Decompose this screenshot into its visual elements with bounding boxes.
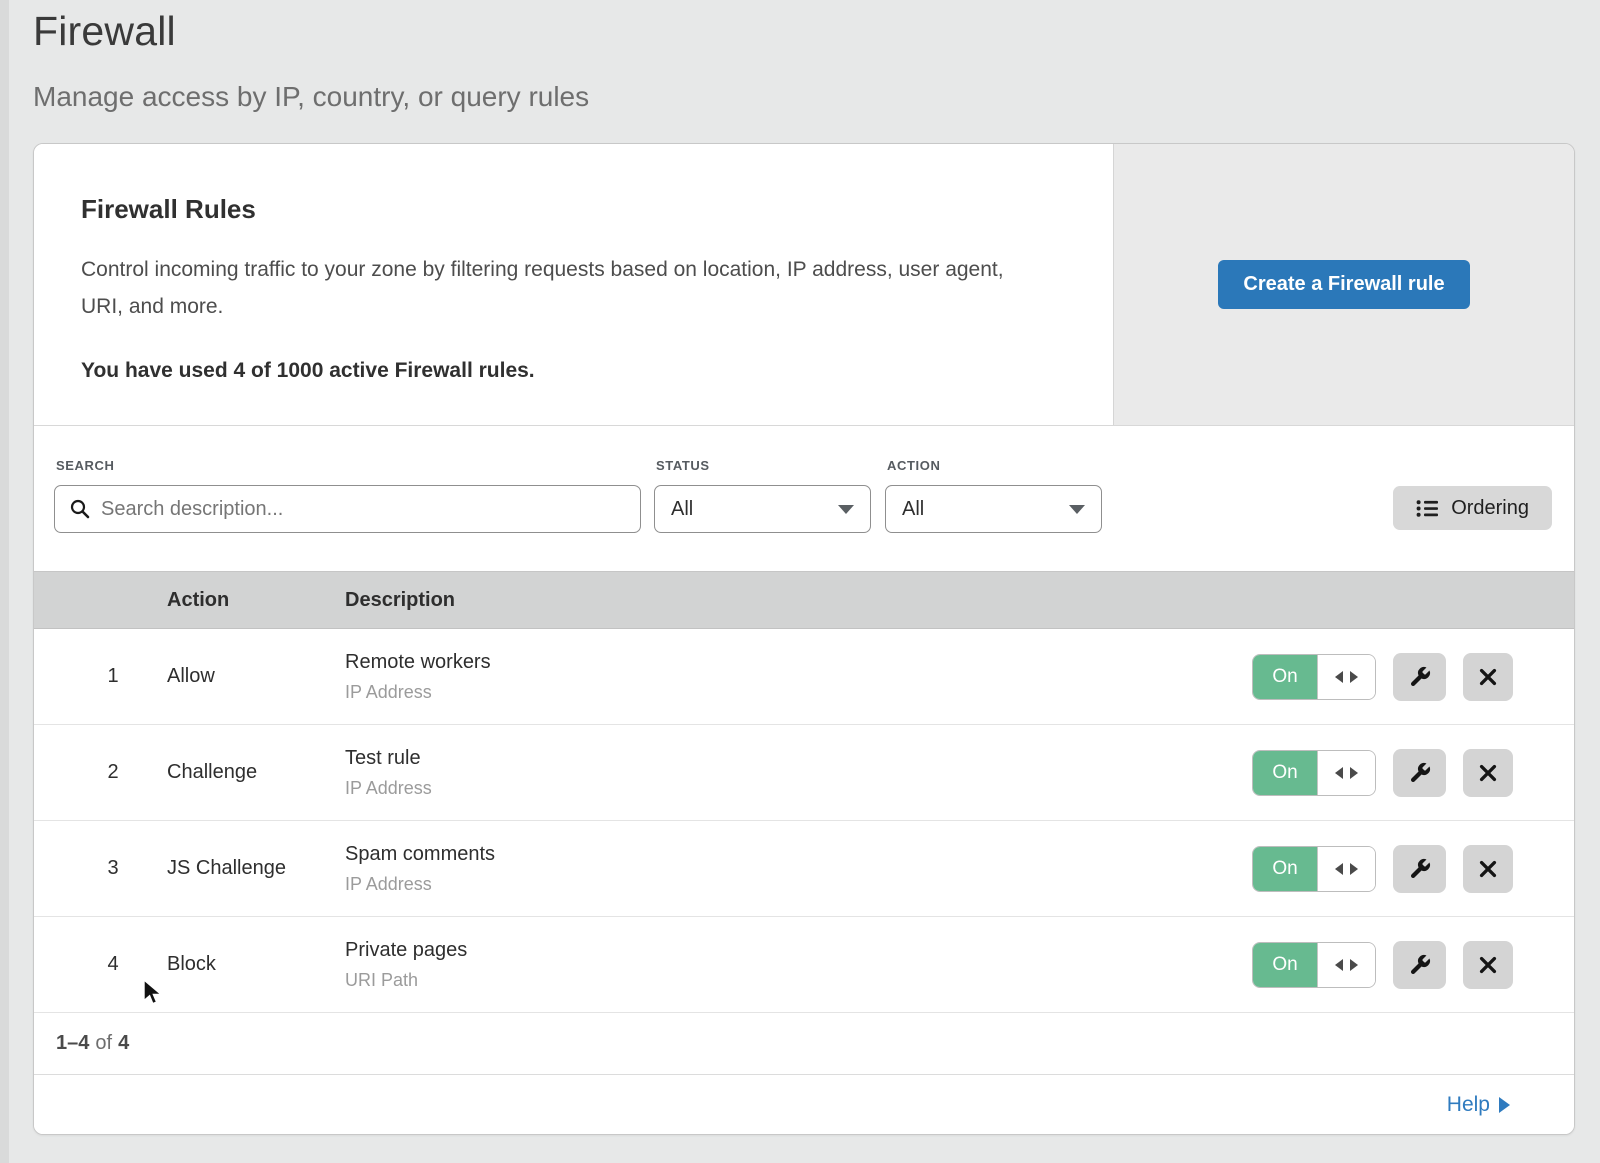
status-label: STATUS xyxy=(656,458,871,473)
rule-description: Spam comments xyxy=(345,843,1252,866)
rule-controls: On xyxy=(1252,941,1513,989)
rule-description-cell: Private pages URI Path xyxy=(337,939,1252,991)
create-firewall-rule-button[interactable]: Create a Firewall rule xyxy=(1218,260,1469,309)
rule-description: Remote workers xyxy=(345,651,1252,674)
pagination-row: 1–4 of 4 xyxy=(34,1013,1574,1075)
table-row: 2 Challenge Test rule IP Address On xyxy=(34,725,1574,821)
rule-action: Allow xyxy=(159,665,337,688)
chevron-down-icon xyxy=(838,505,854,514)
card-header-action-panel: Create a Firewall rule xyxy=(1113,144,1574,425)
status-selected-value: All xyxy=(671,498,693,521)
close-icon xyxy=(1477,666,1499,688)
action-select[interactable]: All xyxy=(885,485,1102,533)
help-link[interactable]: Help xyxy=(1447,1093,1510,1117)
table-header-row: Action Description xyxy=(34,571,1574,629)
delete-rule-button[interactable] xyxy=(1463,845,1513,893)
page-background: { "page": { "title": "Firewall", "subtit… xyxy=(0,0,1600,1163)
toggle-state-label: On xyxy=(1253,751,1317,795)
action-label: ACTION xyxy=(887,458,1102,473)
search-field-group: SEARCH xyxy=(54,458,641,571)
rule-match-type: IP Address xyxy=(345,682,1252,703)
wrench-icon xyxy=(1408,665,1432,689)
toggle-state-label: On xyxy=(1253,847,1317,891)
window-left-edge xyxy=(0,0,9,1163)
filter-bar: SEARCH STATUS All ACTION All xyxy=(34,426,1574,571)
wrench-icon xyxy=(1408,953,1432,977)
arrow-right-icon xyxy=(1499,1097,1510,1113)
rule-enabled-toggle[interactable]: On xyxy=(1252,750,1376,796)
page-title: Firewall xyxy=(33,8,589,55)
rule-enabled-toggle[interactable]: On xyxy=(1252,846,1376,892)
toggle-drag-handle[interactable] xyxy=(1317,943,1375,987)
wrench-icon xyxy=(1408,761,1432,785)
rule-priority: 1 xyxy=(67,665,159,688)
rule-priority: 4 xyxy=(67,953,159,976)
toggle-drag-handle[interactable] xyxy=(1317,751,1375,795)
pagination-of: of xyxy=(95,1032,112,1055)
page-subtitle: Manage access by IP, country, or query r… xyxy=(33,81,589,113)
delete-rule-button[interactable] xyxy=(1463,941,1513,989)
card-footer: Help xyxy=(34,1075,1574,1134)
rule-action: JS Challenge xyxy=(159,857,337,880)
card-title: Firewall Rules xyxy=(81,194,1033,225)
card-header-text: Firewall Rules Control incoming traffic … xyxy=(34,144,1113,425)
rule-description-cell: Spam comments IP Address xyxy=(337,843,1252,895)
rule-controls: On xyxy=(1252,653,1513,701)
action-field-group: ACTION All xyxy=(885,458,1102,571)
table-row: 4 Block Private pages URI Path On xyxy=(34,917,1574,1013)
toggle-drag-handle[interactable] xyxy=(1317,655,1375,699)
close-icon xyxy=(1477,858,1499,880)
status-field-group: STATUS All xyxy=(654,458,871,571)
search-input[interactable] xyxy=(101,498,626,521)
page-header: Firewall Manage access by IP, country, o… xyxy=(33,8,589,113)
toggle-state-label: On xyxy=(1253,655,1317,699)
edit-rule-button[interactable] xyxy=(1393,941,1446,989)
description-column-header: Description xyxy=(337,589,1513,612)
edit-rule-button[interactable] xyxy=(1393,653,1446,701)
rule-description: Test rule xyxy=(345,747,1252,770)
rule-description-cell: Test rule IP Address xyxy=(337,747,1252,799)
table-row: 3 JS Challenge Spam comments IP Address … xyxy=(34,821,1574,917)
help-link-label: Help xyxy=(1447,1093,1490,1117)
action-column-header: Action xyxy=(159,589,337,612)
rule-match-type: URI Path xyxy=(345,970,1252,991)
toggle-state-label: On xyxy=(1253,943,1317,987)
close-icon xyxy=(1477,954,1499,976)
rule-match-type: IP Address xyxy=(345,778,1252,799)
edit-rule-button[interactable] xyxy=(1393,845,1446,893)
action-selected-value: All xyxy=(902,498,924,521)
card-description: Control incoming traffic to your zone by… xyxy=(81,252,1031,326)
status-select[interactable]: All xyxy=(654,485,871,533)
rule-controls: On xyxy=(1252,845,1513,893)
ordering-button-label: Ordering xyxy=(1451,497,1529,520)
ordering-button[interactable]: Ordering xyxy=(1393,486,1552,530)
firewall-rules-card: Firewall Rules Control incoming traffic … xyxy=(33,143,1575,1135)
search-icon xyxy=(69,498,91,520)
toggle-drag-handle[interactable] xyxy=(1317,847,1375,891)
delete-rule-button[interactable] xyxy=(1463,749,1513,797)
rule-action: Block xyxy=(159,953,337,976)
rule-action: Challenge xyxy=(159,761,337,784)
rule-match-type: IP Address xyxy=(345,874,1252,895)
chevron-down-icon xyxy=(1069,505,1085,514)
close-icon xyxy=(1477,762,1499,784)
rule-controls: On xyxy=(1252,749,1513,797)
rule-description-cell: Remote workers IP Address xyxy=(337,651,1252,703)
edit-rule-button[interactable] xyxy=(1393,749,1446,797)
search-box[interactable] xyxy=(54,485,641,533)
list-ordering-icon xyxy=(1416,499,1439,518)
rule-enabled-toggle[interactable]: On xyxy=(1252,942,1376,988)
rule-priority: 2 xyxy=(67,761,159,784)
pagination-total: 4 xyxy=(118,1032,129,1055)
rule-enabled-toggle[interactable]: On xyxy=(1252,654,1376,700)
wrench-icon xyxy=(1408,857,1432,881)
pagination-range: 1–4 xyxy=(56,1032,89,1055)
card-header-section: Firewall Rules Control incoming traffic … xyxy=(34,144,1574,426)
usage-note: You have used 4 of 1000 active Firewall … xyxy=(81,359,1033,383)
table-row: 1 Allow Remote workers IP Address On xyxy=(34,629,1574,725)
rule-description: Private pages xyxy=(345,939,1252,962)
delete-rule-button[interactable] xyxy=(1463,653,1513,701)
rule-priority: 3 xyxy=(67,857,159,880)
search-label: SEARCH xyxy=(56,458,641,473)
